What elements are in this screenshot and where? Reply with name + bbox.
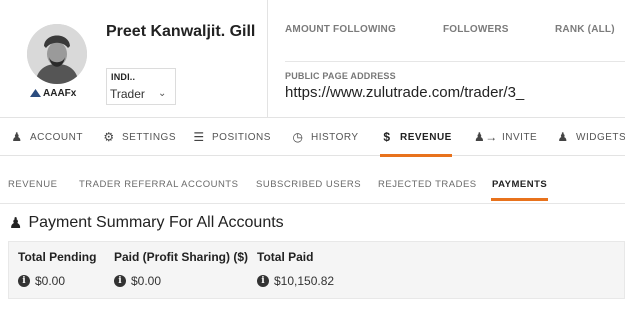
tab-widgets[interactable]: ♟ WIDGETS [556,118,625,156]
tab-label: ACCOUNT [30,131,83,143]
broker-logo: AAAFx [30,86,76,100]
paid-profit-sharing-amount: $0.00 [131,274,162,288]
role-select[interactable]: INDI.. Trader ⌄ [106,68,176,105]
public-address-label: PUBLIC PAGE ADDRESS [285,71,396,81]
public-address-link[interactable]: https://www.zulutrade.com/trader/3_ [285,84,524,101]
subtab-revenue[interactable]: REVENUE [8,179,57,190]
payment-summary-title: Payment Summary For All Accounts [28,214,284,231]
header-divider [267,0,268,118]
trader-name: Preet Kanwaljit. Gill [106,23,256,40]
info-icon[interactable]: i [18,275,30,287]
paid-profit-sharing-value: i $0.00 [114,274,161,288]
tab-positions[interactable]: ☰ POSITIONS [192,118,271,156]
total-pending-amount: $0.00 [35,274,66,288]
tab-label: HISTORY [311,131,359,143]
profile-header: AAAFx Preet Kanwaljit. Gill INDI.. Trade… [0,0,625,118]
chevron-down-icon: ⌄ [158,88,167,99]
sub-tabs: REVENUE TRADER REFERRAL ACCOUNTS SUBSCRI… [0,156,625,204]
total-pending-value: i $0.00 [18,274,65,288]
subtab-payments[interactable]: PAYMENTS [492,179,547,190]
tab-revenue[interactable]: $ REVENUE [380,118,452,157]
dollar-icon: $ [383,130,391,144]
payment-summary-heading: ♟ Payment Summary For All Accounts [9,214,284,232]
info-icon[interactable]: i [114,275,126,287]
total-pending-header: Total Pending [18,250,97,264]
country-label: INDI.. [111,72,136,82]
subtab-subscribed-users[interactable]: SUBSCRIBED USERS [256,179,361,190]
rank-label: RANK (ALL) [555,24,615,35]
tab-label: POSITIONS [212,131,271,143]
avatar [27,24,87,84]
user-icon: ♟ [9,215,23,232]
tab-invite[interactable]: ♟→ INVITE [474,118,537,156]
user-icon: ♟ [11,130,23,144]
tab-history[interactable]: ◷ HISTORY [291,118,359,156]
total-paid-value: i $10,150.82 [257,274,334,288]
total-paid-header: Total Paid [257,250,314,264]
amount-following-label: AMOUNT FOLLOWING [285,24,396,35]
info-icon[interactable]: i [257,275,269,287]
total-paid-amount: $10,150.82 [274,274,335,288]
broker-logo-text: AAAFx [43,87,77,99]
broker-logo-icon [30,89,41,97]
active-subtab-indicator [491,198,548,201]
followers-label: FOLLOWERS [443,24,509,35]
tab-label: REVENUE [400,131,452,143]
subtab-trader-referral-accounts[interactable]: TRADER REFERRAL ACCOUNTS [79,179,238,190]
tab-label: INVITE [502,131,538,143]
clock-icon: ◷ [292,130,304,144]
tab-label: WIDGETS [576,131,625,143]
list-icon: ☰ [193,130,205,144]
user-icon: ♟ [557,130,569,144]
subtab-rejected-trades[interactable]: REJECTED TRADES [378,179,477,190]
payment-summary-panel [8,241,625,299]
main-tabs: ♟ ACCOUNT ⚙ SETTINGS ☰ POSITIONS ◷ HISTO… [0,118,625,157]
gear-icon: ⚙ [103,130,115,144]
invite-users-icon: ♟→ [474,130,498,144]
tab-settings[interactable]: ⚙ SETTINGS [102,118,176,156]
role-value: Trader [110,87,145,101]
stats-divider [285,61,625,62]
tab-account[interactable]: ♟ ACCOUNT [10,118,83,156]
tab-label: SETTINGS [122,131,177,143]
paid-profit-sharing-header: Paid (Profit Sharing) ($) [114,250,249,264]
